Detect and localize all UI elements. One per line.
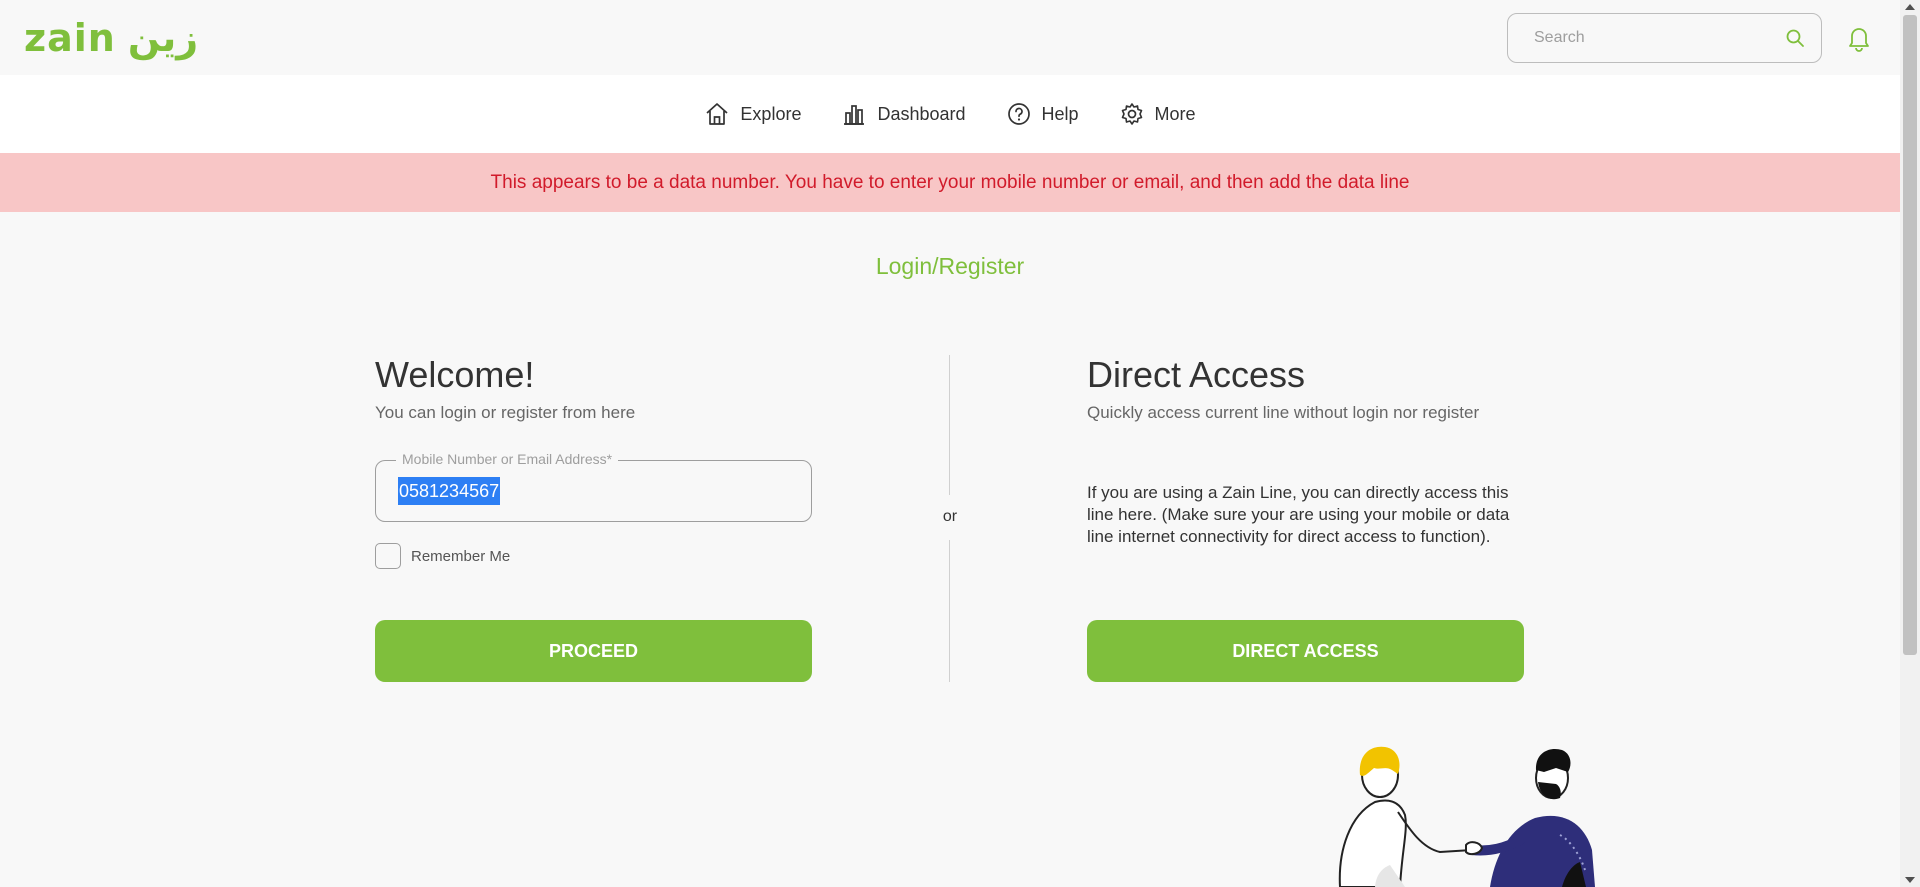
direct-access-section: Direct Access Quickly access current lin… bbox=[1087, 355, 1524, 423]
logo-latin: zain bbox=[24, 16, 116, 60]
nav-item-help[interactable]: Help bbox=[1006, 101, 1079, 127]
help-icon bbox=[1007, 103, 1030, 125]
divider-top bbox=[949, 355, 950, 495]
page-scrollbar[interactable] bbox=[1900, 0, 1920, 887]
bell-icon[interactable] bbox=[1845, 23, 1873, 53]
search-input[interactable] bbox=[1534, 29, 1783, 47]
login-subheading: You can login or register from here bbox=[375, 402, 636, 422]
mobile-email-value[interactable]: 0581234567 bbox=[398, 477, 501, 505]
handshake-illustration bbox=[1338, 746, 1595, 887]
remember-me-checkbox[interactable] bbox=[375, 543, 401, 569]
nav-item-explore[interactable]: Explore bbox=[704, 101, 801, 127]
nav-label-more: More bbox=[1154, 103, 1196, 124]
nav-label-explore: Explore bbox=[740, 103, 802, 124]
remember-me-label: Remember Me bbox=[411, 547, 511, 565]
search-box[interactable] bbox=[1507, 13, 1822, 63]
scroll-down-icon[interactable] bbox=[1905, 877, 1915, 883]
alert-message: This appears to be a data number. You ha… bbox=[490, 171, 1410, 193]
direct-heading: Direct Access bbox=[1087, 354, 1306, 395]
top-bar: zain زين bbox=[0, 0, 1900, 75]
logo-arabic: زين bbox=[127, 16, 199, 60]
mobile-email-field[interactable]: Mobile Number or Email Address* 05812345… bbox=[375, 451, 812, 522]
error-alert: This appears to be a data number. You ha… bbox=[0, 153, 1900, 212]
main-nav: Explore Dashboard Help More bbox=[0, 75, 1900, 153]
or-separator: or bbox=[942, 508, 958, 525]
search-icon[interactable] bbox=[1783, 26, 1807, 50]
gear-icon bbox=[1121, 103, 1142, 125]
nav-item-dashboard[interactable]: Dashboard bbox=[841, 101, 966, 127]
chart-icon bbox=[844, 105, 865, 125]
scroll-up-icon[interactable] bbox=[1905, 4, 1915, 10]
direct-description: If you are using a Zain Line, you can di… bbox=[1087, 483, 1510, 546]
mobile-email-label: Mobile Number or Email Address* bbox=[396, 451, 619, 467]
scroll-thumb[interactable] bbox=[1903, 15, 1917, 655]
zain-logo[interactable]: zain زين bbox=[24, 18, 198, 58]
login-heading: Welcome! bbox=[375, 354, 535, 395]
remember-me[interactable]: Remember Me bbox=[375, 543, 510, 569]
direct-access-button[interactable]: DIRECT ACCESS bbox=[1087, 620, 1524, 682]
page-title: Login/Register bbox=[875, 253, 1025, 279]
login-section: Welcome! You can login or register from … bbox=[375, 355, 812, 423]
nav-item-more[interactable]: More bbox=[1119, 101, 1196, 127]
home-icon bbox=[706, 103, 728, 125]
proceed-button[interactable]: PROCEED bbox=[375, 620, 812, 682]
divider-bottom bbox=[949, 540, 950, 682]
direct-subheading: Quickly access current line without logi… bbox=[1087, 402, 1480, 422]
nav-label-help: Help bbox=[1041, 103, 1079, 124]
nav-label-dashboard: Dashboard bbox=[877, 103, 966, 124]
